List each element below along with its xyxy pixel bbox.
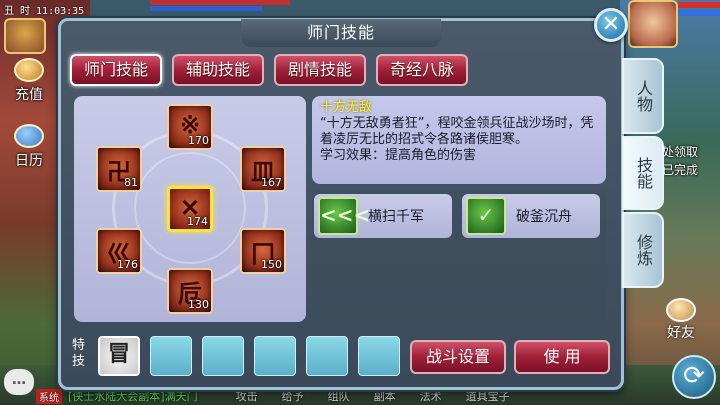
special-skill-slot-1[interactable]: 冒 xyxy=(98,336,140,376)
target-mp-bar xyxy=(678,10,720,16)
menu-give[interactable]: 给予 xyxy=(282,388,304,404)
side-tab-cultivation-label: 修炼 xyxy=(634,234,653,266)
target-hp-bar xyxy=(678,2,720,8)
tab-story-skills[interactable]: 剧情技能 xyxy=(274,54,367,86)
recharge-icon xyxy=(14,58,44,82)
recharge-button[interactable]: 充值 xyxy=(6,58,52,104)
skill-slot-bottom[interactable]: 卮 130 xyxy=(167,268,213,314)
use-button[interactable]: 使 用 xyxy=(514,340,610,374)
sub-skill-label: 破釜沉舟 xyxy=(516,209,572,225)
chat-icon[interactable]: … xyxy=(4,369,34,395)
mp-bar xyxy=(150,6,262,11)
dialog-title: 师门技能 xyxy=(241,19,441,47)
skill-level: 167 xyxy=(261,176,282,189)
tab-assist-skills[interactable]: 辅助技能 xyxy=(172,54,265,86)
minimap-icon[interactable] xyxy=(4,18,46,54)
recharge-label: 充值 xyxy=(15,87,43,103)
player-status-bars xyxy=(150,0,290,12)
menu-dungeon[interactable]: 副本 xyxy=(374,388,396,404)
system-tag: 系统 xyxy=(36,388,62,404)
skill-lore: “十方无敌勇者狂”，程咬金领兵征战沙场时，凭着凌厉无比的招式令各路诸侯胆寒。 xyxy=(320,116,594,147)
skill-slot-center-selected[interactable]: ✕ 174 xyxy=(167,186,213,232)
battle-settings-button[interactable]: 战斗设置 xyxy=(410,340,506,374)
skill-slot-right[interactable]: 皿 167 xyxy=(240,146,286,192)
side-tab-cultivation[interactable]: 修炼 xyxy=(622,212,664,288)
avatar[interactable] xyxy=(628,0,678,48)
menu-spell[interactable]: 法术 xyxy=(420,388,442,404)
system-message[interactable]: [侠士水陆大会副本]满天门 xyxy=(68,388,198,404)
skill-level: 174 xyxy=(187,215,208,228)
menu-item[interactable]: 道具宝子 xyxy=(466,388,510,404)
special-skills-label: 特技 xyxy=(72,338,86,369)
friends-icon xyxy=(666,298,696,322)
sweep-skill-icon: <<< xyxy=(318,197,370,235)
special-skill-slot-6[interactable] xyxy=(358,336,400,376)
side-tab-skills-label: 技能 xyxy=(634,157,653,189)
friends-label: 好友 xyxy=(667,325,695,341)
skill-slot-left[interactable]: 卍 81 xyxy=(96,146,142,192)
sub-skills-area: <<< 横扫千军 ✓ 破釜沉舟 xyxy=(312,190,606,322)
skill-level: 170 xyxy=(188,134,209,147)
skill-level: 130 xyxy=(188,298,209,311)
skill-level: 176 xyxy=(117,258,138,271)
side-tab-skills[interactable]: 技能 xyxy=(622,136,664,210)
special-skill-slot-2[interactable] xyxy=(150,336,192,376)
special-skill-slot-4[interactable] xyxy=(254,336,296,376)
calendar-label: 日历 xyxy=(15,153,43,169)
hp-bar xyxy=(150,0,290,5)
skill-level: 81 xyxy=(124,176,138,189)
menu-team[interactable]: 组队 xyxy=(328,388,350,404)
sub-skill-sweep[interactable]: <<< 横扫千军 xyxy=(314,194,452,238)
side-tab-character[interactable]: 人物 xyxy=(622,58,664,134)
skill-tree-panel: ※ 170 卍 81 皿 167 ✕ 174 巛 176 冂 150 卮 130 xyxy=(74,96,306,322)
target-status-bars xyxy=(678,0,720,40)
side-tab-character-label: 人物 xyxy=(634,80,653,112)
game-time: 丑 时 11:03:35 xyxy=(4,6,85,17)
skill-name: 十方无敌 xyxy=(320,100,373,115)
menu-attack[interactable]: 攻击 xyxy=(236,388,258,404)
skill-slot-top[interactable]: ※ 170 xyxy=(167,104,213,150)
skill-tabs: 师门技能 辅助技能 剧情技能 奇经八脉 xyxy=(70,54,469,90)
skill-description: 十方无敌 “十方无敌勇者狂”，程咬金领兵征战沙场时，凭着凌厉无比的招式令各路诸侯… xyxy=(312,96,606,184)
sub-skill-last-stand[interactable]: ✓ 破釜沉舟 xyxy=(462,194,600,238)
calendar-button[interactable]: 日历 xyxy=(6,124,52,170)
special-skill-slot-5[interactable] xyxy=(306,336,348,376)
sub-skill-label: 横扫千军 xyxy=(368,209,424,225)
tab-school-skills[interactable]: 师门技能 xyxy=(70,54,163,86)
skill-slot-bottom-left[interactable]: 巛 176 xyxy=(96,228,142,274)
skill-level: 150 xyxy=(261,258,282,271)
skill-effect: 学习效果：提高角色的伤害 xyxy=(320,148,477,163)
close-icon[interactable]: ✕ xyxy=(594,8,628,42)
tab-meridians[interactable]: 奇经八脉 xyxy=(376,54,469,86)
calendar-icon xyxy=(14,124,44,148)
skill-slot-bottom-right[interactable]: 冂 150 xyxy=(240,228,286,274)
special-skill-slot-3[interactable] xyxy=(202,336,244,376)
refresh-icon[interactable]: ⟳ xyxy=(672,355,716,399)
last-stand-skill-icon: ✓ xyxy=(466,197,506,235)
friends-button[interactable]: 好友 xyxy=(656,296,706,342)
